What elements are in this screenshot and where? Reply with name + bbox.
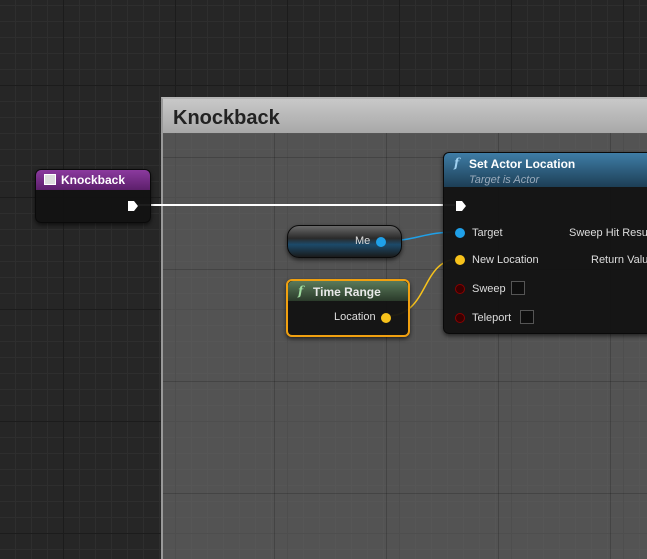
time-range-header: f Time Range — [288, 281, 408, 301]
time-range-title: Time Range — [313, 285, 381, 299]
sweep-checkbox[interactable] — [511, 281, 525, 295]
function-icon: f — [298, 284, 304, 298]
location-output-pin[interactable] — [381, 313, 391, 323]
time-range-node[interactable]: f Time Range Location — [286, 279, 410, 337]
event-node-title: Knockback — [61, 173, 126, 187]
target-input-pin[interactable] — [455, 228, 465, 238]
teleport-checkbox[interactable] — [520, 310, 534, 324]
set-actor-location-node[interactable]: f Set Actor Location Target is Actor Tar… — [443, 152, 647, 334]
event-node-header: Knockback — [36, 170, 150, 190]
teleport-input-pin[interactable] — [455, 313, 465, 323]
me-output-pin[interactable] — [376, 237, 386, 247]
event-node-knockback[interactable]: Knockback — [35, 169, 151, 223]
set-actor-subtitle: Target is Actor — [469, 174, 540, 186]
comment-title[interactable]: Knockback — [163, 99, 647, 133]
sweep-label: Sweep — [472, 283, 506, 295]
event-icon — [44, 174, 56, 185]
teleport-label: Teleport — [472, 312, 512, 324]
new-location-label: New Location — [472, 254, 539, 266]
me-label: Me — [355, 235, 371, 247]
set-actor-title: Set Actor Location — [469, 157, 576, 171]
return-value-label: Return Valu — [591, 254, 647, 266]
exec-out-pin[interactable] — [127, 200, 139, 212]
sweep-input-pin[interactable] — [455, 284, 465, 294]
target-label: Target — [472, 227, 503, 239]
function-icon: f — [454, 156, 460, 170]
location-output-label: Location — [334, 311, 376, 323]
set-actor-header: f Set Actor Location Target is Actor — [444, 153, 647, 187]
exec-in-pin[interactable] — [455, 200, 467, 212]
new-location-input-pin[interactable] — [455, 255, 465, 265]
me-node[interactable]: Me — [287, 225, 402, 258]
sweep-hit-result-label: Sweep Hit Resu — [569, 227, 647, 239]
